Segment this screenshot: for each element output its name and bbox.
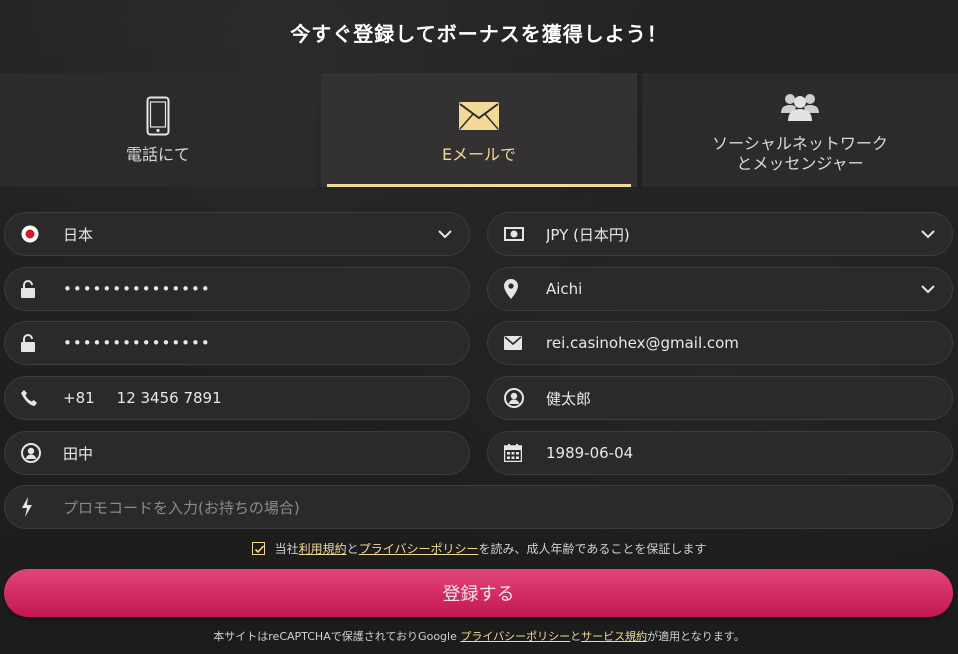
promo-code-placeholder: プロモコードを入力(お持ちの場合): [63, 498, 300, 517]
chevron-down-icon: [920, 226, 936, 242]
register-button[interactable]: 登録する: [4, 569, 953, 617]
user-circle-icon: [21, 442, 45, 464]
agreement-row: 当社 利用規約とプライバシーポリシー を読み、成人年齢であることを保証します: [0, 540, 958, 557]
recaptcha-and: と: [570, 630, 582, 643]
register-button-label: 登録する: [442, 584, 515, 605]
google-privacy-link[interactable]: プライバシーポリシー: [460, 630, 570, 643]
envelope-icon: [504, 332, 528, 354]
signup-method-tabs: 電話にて Eメールで ソーシャルネットワーク とメッセンジャー: [0, 73, 958, 187]
email-field[interactable]: rei.casinohex@gmail.com: [487, 321, 953, 365]
chevron-down-icon: [437, 226, 453, 242]
password-confirm-value: •••••••••••••••: [63, 334, 211, 352]
page-title: 今すぐ登録してボーナスを獲得しよう！: [290, 22, 668, 46]
chevron-down-icon: [920, 281, 936, 297]
phone-icon: [146, 95, 170, 137]
tab-email[interactable]: Eメールで: [321, 73, 637, 187]
privacy-link[interactable]: プライバシーポリシー: [359, 540, 479, 557]
tab-social[interactable]: ソーシャルネットワーク とメッセンジャー: [642, 73, 958, 187]
phone-field[interactable]: +81 12 3456 7891: [4, 376, 470, 420]
currency-select[interactable]: JPY (日本円): [487, 212, 953, 256]
tab-phone-label: 電話にて: [125, 145, 190, 164]
password-field[interactable]: •••••••••••••••: [4, 267, 470, 311]
agreement-and: と: [346, 542, 359, 556]
region-value: Aichi: [546, 280, 583, 298]
agreement-suffix: を読み、成人年齢であることを保証します: [478, 542, 707, 556]
lightning-icon: [21, 496, 45, 518]
recaptcha-prefix: 本サイトはreCAPTCHAで保護されておりGoogle: [213, 630, 461, 643]
japan-flag-icon: [21, 223, 45, 245]
unlock-icon: [21, 278, 45, 300]
phone-value-wrap: +81 12 3456 7891: [63, 389, 453, 407]
users-icon: [780, 86, 820, 128]
tab-social-label-line2: とメッセンジャー: [736, 154, 864, 173]
birthdate-value: 1989-06-04: [546, 444, 634, 462]
envelope-icon: [459, 95, 499, 137]
password-confirm-field[interactable]: •••••••••••••••: [4, 321, 470, 365]
map-pin-icon: [504, 278, 528, 300]
phone-icon: [21, 387, 45, 409]
phone-country-code: +81: [63, 389, 95, 407]
unlock-icon: [21, 332, 45, 354]
phone-number: 12 3456 7891: [116, 389, 222, 407]
tab-phone[interactable]: 電話にて: [0, 73, 316, 187]
password-value: •••••••••••••••: [63, 280, 211, 298]
google-terms-link[interactable]: サービス規約: [581, 630, 647, 643]
terms-link[interactable]: 利用規約: [299, 540, 347, 557]
user-circle-icon: [504, 387, 528, 409]
country-value: 日本: [63, 225, 94, 244]
currency-value: JPY (日本円): [546, 225, 630, 244]
agreement-prefix: 当社: [274, 542, 299, 556]
country-select[interactable]: 日本: [4, 212, 470, 256]
recaptcha-notice: 本サイトはreCAPTCHAで保護されておりGoogle プライバシーポリシーと…: [0, 628, 958, 644]
first-name-field[interactable]: 健太郎: [487, 376, 953, 420]
calendar-icon: [504, 442, 528, 464]
last-name-value: 田中: [63, 444, 94, 463]
birthdate-field[interactable]: 1989-06-04: [487, 431, 953, 475]
tab-social-label-line1: ソーシャルネットワーク: [712, 134, 888, 153]
region-select[interactable]: Aichi: [487, 267, 953, 311]
registration-form: 今すぐ登録してボーナスを獲得しよう！ 電話にて Eメールで ソーシャルネットワー…: [0, 0, 958, 654]
promo-code-field[interactable]: プロモコードを入力(お持ちの場合): [4, 485, 953, 529]
agreement-checkbox[interactable]: [251, 542, 265, 555]
tab-email-label: Eメールで: [441, 145, 517, 164]
first-name-value: 健太郎: [546, 389, 592, 408]
last-name-field[interactable]: 田中: [4, 431, 470, 475]
tab-social-label: ソーシャルネットワーク とメッセンジャー: [712, 134, 888, 174]
banknote-icon: [504, 223, 528, 245]
recaptcha-suffix: が適用となります。: [647, 630, 745, 643]
email-value: rei.casinohex@gmail.com: [546, 334, 739, 352]
